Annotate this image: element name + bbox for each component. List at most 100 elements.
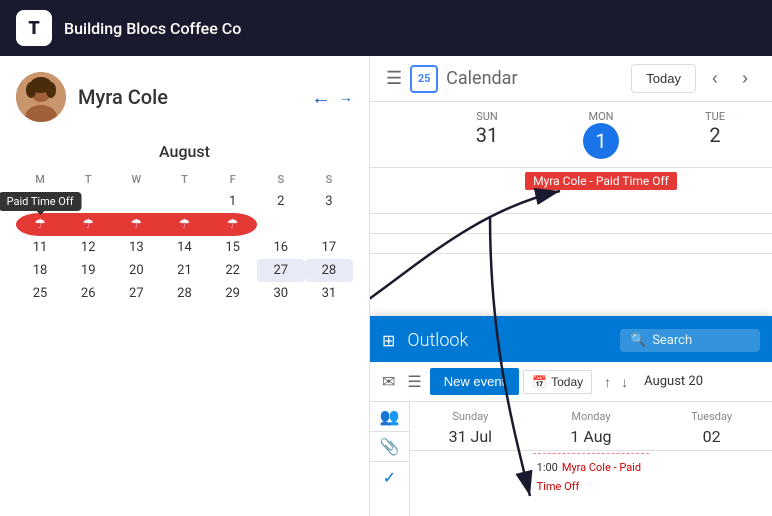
outlook-event-time: 1:00 [537,461,558,474]
cal-day-empty4[interactable] [160,190,208,213]
outlook-cal-side: 👥 📎 ✓ [370,402,410,516]
cal-day-21[interactable]: 21 [160,259,208,282]
back-button[interactable]: ← [311,85,331,110]
cal-day-7[interactable]: ☂ [160,213,208,236]
cal-day-11[interactable]: 11 [16,236,64,259]
gcal-grid-header: SUN 31 MON 1 TUE 2 [370,102,772,168]
gcal-next-button[interactable]: › [734,64,756,93]
gcal-events-row: Myra Cole - Paid Time Off [370,168,772,194]
gcal-date-2: 2 [662,123,768,147]
cal-day-30[interactable]: 30 [257,282,305,305]
gcal-date-1: 1 [583,123,619,159]
weekday-f: F [209,169,257,190]
mini-calendar: August M T W T F S S [16,142,353,500]
gcal-all-day-row: Myra Cole - Paid Time Off [370,170,772,192]
outlook-apps-icon[interactable]: ⊞ [382,331,395,350]
outlook-monday-date: 1 Aug [535,427,648,446]
cal-day-5[interactable]: ☂ [64,213,112,236]
outlook-check-icon: ✓ [383,468,396,487]
outlook-people-icon: 👥 [380,407,400,426]
outlook-search-icon: 🔍 [630,333,646,348]
gcal-mon-events[interactable]: Myra Cole - Paid Time Off [521,170,681,192]
gcal-tue-events [681,170,772,192]
gcal-logo: 25 [410,65,438,93]
cal-day-22[interactable]: 22 [209,259,257,282]
cal-day-29[interactable]: 29 [209,282,257,305]
cal-day-26[interactable]: 26 [64,282,112,305]
outlook-monday-events: 1:00 Myra Cole - Paid Time Off [531,451,652,511]
cal-day-17[interactable]: 17 [305,236,353,259]
cal-day-3[interactable]: 3 [305,190,353,213]
cal-day-31[interactable]: 31 [305,282,353,305]
weekday-w: W [112,169,160,190]
cal-day-4[interactable]: Paid Time Off ☂ [16,213,64,236]
outlook-search-box[interactable]: 🔍 Search [620,329,760,352]
cal-day-1[interactable]: 1 [209,190,257,213]
pto-tooltip: Paid Time Off [0,192,82,211]
gcal-pto-event[interactable]: Myra Cole - Paid Time Off [525,172,677,190]
outlook-monday-label: Monday [535,406,648,427]
calendar-week-4: 18 19 20 21 22 27 28 [16,259,353,282]
calendar-grid: M T W T F S S [16,169,353,305]
profile-actions: ← → [311,85,353,110]
main-content: Myra Cole ← → August M T W T F S S [0,56,772,516]
outlook-today-label: Today [551,375,583,389]
outlook-col-tuesday: Tuesday 02 [651,402,772,516]
cal-day-15[interactable]: 15 [209,236,257,259]
outlook-pto-event-row[interactable]: 1:00 Myra Cole - Paid Time Off [533,453,650,496]
outlook-cal-icon: 📅 [532,375,547,389]
weekday-t1: T [64,169,112,190]
gcal-menu-button[interactable]: ☰ [386,68,402,89]
outlook-col-monday: Monday 1 Aug 1:00 Myra Cole - Paid Time … [531,402,652,516]
cal-day-2[interactable]: 2 [257,190,305,213]
cal-day-9[interactable]: 9 [257,213,305,236]
calendar-week-pto: Paid Time Off ☂ ☂ ☂ ☂ ☂ 9 10 [16,213,353,236]
cal-day-10[interactable]: 10 [305,213,353,236]
gcal-date-31: 31 [434,123,540,147]
outlook-sunday-events [410,451,531,511]
gcal-header: ☰ 25 Calendar Today ‹ › [370,56,772,102]
cal-day-6[interactable]: ☂ [112,213,160,236]
cal-day-16[interactable]: 16 [257,236,305,259]
user-name: Myra Cole [78,85,168,109]
outlook-mail-icon[interactable]: ✉ [378,368,399,395]
outlook-prev-button[interactable]: ↑ [600,370,615,394]
outlook-next-button[interactable]: ↓ [617,370,632,394]
top-bar: T Building Blocs Coffee Co [0,0,772,56]
cal-day-18[interactable]: 18 [16,259,64,282]
cal-day-8[interactable]: ☂ [209,213,257,236]
cal-day-20[interactable]: 20 [112,259,160,282]
cal-day-13[interactable]: 13 [112,236,160,259]
outlook-overlay: ⊞ Outlook 🔍 Search ✉ ☰ New event 📅 Today [370,316,772,516]
gcal-today-button[interactable]: Today [631,64,696,93]
outlook-menu-icon[interactable]: ☰ [403,368,425,395]
gcal-title: Calendar [446,68,517,89]
cal-day-27[interactable]: 27 [112,282,160,305]
gcal-all-day-gutter [370,170,430,192]
cal-day-19[interactable]: 19 [64,259,112,282]
cal-day-23[interactable]: 27 [257,259,305,282]
calendar-weekday-header: M T W T F S S [16,169,353,190]
outlook-sunday-date: 31 Jul [414,427,527,446]
outlook-date-label: August 20 [644,374,703,389]
outlook-tuesday-date: 02 [655,427,768,446]
cal-day-12[interactable]: 12 [64,236,112,259]
cal-day-28[interactable]: 28 [160,282,208,305]
gcal-dow-tue: TUE [705,110,725,123]
gcal-prev-button[interactable]: ‹ [704,64,726,93]
user-profile: Myra Cole ← → [16,72,353,122]
gcal-sun-events [430,170,521,192]
edit-button[interactable]: → [339,89,353,106]
outlook-sunday-label: Sunday [414,406,527,427]
cal-day-25[interactable]: 25 [16,282,64,305]
app-logo: T [16,10,52,46]
outlook-side-row3: ✓ [370,462,409,492]
cal-day-14[interactable]: 14 [160,236,208,259]
app-title: Building Blocs Coffee Co [64,19,241,38]
outlook-new-event-button[interactable]: New event [430,368,519,395]
cal-day-24[interactable]: 28 [305,259,353,282]
outlook-today-button[interactable]: 📅 Today [523,370,592,394]
cal-day-empty3[interactable] [112,190,160,213]
gcal-dow-sun: SUN [476,110,498,123]
weekday-m: M [16,169,64,190]
